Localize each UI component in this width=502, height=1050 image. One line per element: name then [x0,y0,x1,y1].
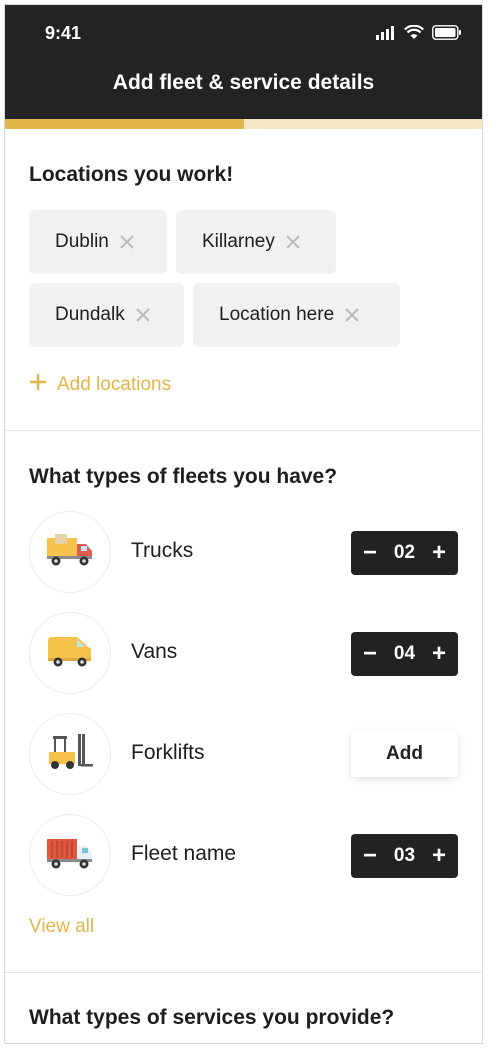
chip-label: Killarney [202,231,275,252]
fleet-label: Fleet name [131,842,237,865]
progress-fill [5,119,244,129]
status-icons [376,24,462,45]
quantity-stepper: − 04 + [351,632,458,676]
fleet-row-trucks: Trucks − 02 + [5,511,482,595]
forklift-icon [45,732,95,777]
wifi-icon [404,24,424,45]
decrement-button[interactable]: − [361,642,379,666]
quantity-value: 04 [393,643,416,664]
plus-icon [29,373,47,397]
locations-title: Locations you work! [29,163,234,186]
add-fleet-button[interactable]: Add [351,731,458,777]
app-header: 9:41 Add fleet & service details [5,5,482,119]
fleet-label: Vans [131,640,178,663]
increment-button[interactable]: + [430,541,448,565]
cargo-truck-icon [45,835,95,876]
fleet-row-forklifts: Forklifts Add [5,713,482,797]
divider [5,430,482,431]
fleet-label: Trucks [131,539,194,562]
status-time: 9:41 [45,23,82,43]
fleet-icon-container [29,612,111,694]
chip-label: Location here [219,304,335,325]
remove-icon[interactable] [344,307,360,323]
remove-icon[interactable] [285,234,301,250]
fleets-title: What types of fleets you have? [29,465,338,488]
truck-icon [45,532,95,573]
add-locations-label: Add locations [57,374,172,395]
fleet-label: Forklifts [131,741,205,764]
fleet-row-custom: Fleet name − 03 + [5,814,482,898]
remove-icon[interactable] [135,307,151,323]
fleet-row-vans: Vans − 04 + [5,612,482,696]
increment-button[interactable]: + [430,642,448,666]
progress-bar [5,119,482,129]
fleet-icon-container [29,713,111,795]
battery-icon [432,25,462,45]
decrement-button[interactable]: − [361,541,379,565]
location-chip: Killarney [176,210,336,274]
van-icon [45,633,95,674]
chip-label: Dublin [55,231,109,252]
location-chip: Location here [193,283,400,347]
remove-icon[interactable] [119,234,135,250]
quantity-stepper: − 02 + [351,531,458,575]
services-title: What types of services you provide? [29,1006,395,1029]
divider [5,972,482,973]
quantity-stepper: − 03 + [351,834,458,878]
decrement-button[interactable]: − [361,844,379,868]
location-chip: Dublin [29,210,167,274]
chip-label: Dundalk [55,304,125,325]
fleet-icon-container [29,814,111,896]
increment-button[interactable]: + [430,844,448,868]
quantity-value: 03 [393,845,416,866]
quantity-value: 02 [393,542,416,563]
location-chip: Dundalk [29,283,184,347]
fleet-icon-container [29,511,111,593]
view-all-link[interactable]: View all [29,916,94,938]
app-screen: 9:41 Add fleet & service details Locatio… [4,4,483,1044]
add-locations-button[interactable]: Add locations [29,373,171,397]
signal-icon [376,25,396,45]
page-title: Add fleet & service details [112,71,375,94]
